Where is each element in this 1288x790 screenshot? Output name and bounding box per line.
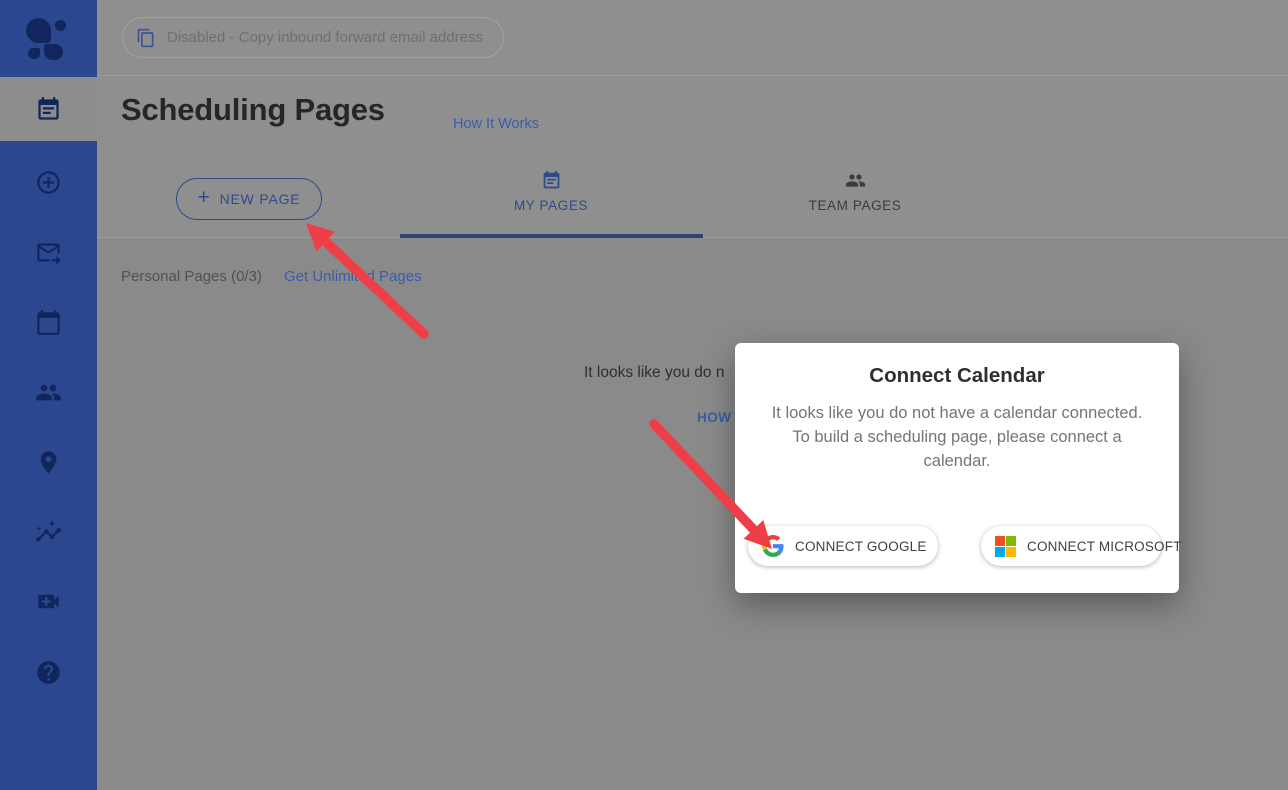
- get-unlimited-pages-link[interactable]: Get Unlimited Pages: [284, 268, 422, 285]
- people-icon: [845, 170, 866, 191]
- page-title: Scheduling Pages: [121, 92, 385, 128]
- page-header: Scheduling Pages How It Works: [97, 76, 1288, 156]
- modal-title: Connect Calendar: [735, 343, 1179, 388]
- connect-microsoft-label: CONNECT MICROSOFT: [1027, 539, 1182, 554]
- personal-pages-count: Personal Pages (0/3): [121, 268, 262, 285]
- insights-icon: [35, 519, 62, 546]
- people-icon: [35, 379, 62, 406]
- microsoft-logo-icon: [995, 536, 1016, 557]
- tab-my-pages[interactable]: MY PAGES: [441, 170, 661, 213]
- copy-icon: [136, 28, 156, 48]
- tab-team-pages[interactable]: TEAM PAGES: [745, 170, 965, 213]
- sidebar: [0, 0, 97, 790]
- sidebar-item-video-conferencing[interactable]: [0, 569, 97, 633]
- sidebar-item-analytics[interactable]: [0, 500, 97, 564]
- sidebar-item-contacts[interactable]: [0, 360, 97, 424]
- copy-inbound-email-button[interactable]: Disabled - Copy inbound forward email ad…: [122, 17, 504, 58]
- top-bar: Disabled - Copy inbound forward email ad…: [97, 0, 1288, 76]
- sidebar-item-create-new[interactable]: [0, 150, 97, 214]
- copy-inbound-email-label: Disabled - Copy inbound forward email ad…: [167, 29, 483, 46]
- forward-mail-icon: [35, 239, 62, 266]
- add-circle-icon: [35, 169, 62, 196]
- calendar-note-icon: [541, 170, 562, 191]
- plus-icon: +: [198, 186, 211, 210]
- sidebar-item-scheduling-pages[interactable]: [0, 77, 97, 141]
- new-page-button[interactable]: + NEW PAGE: [176, 178, 322, 220]
- connect-microsoft-button[interactable]: CONNECT MICROSOFT: [981, 526, 1161, 566]
- how-to-link[interactable]: HOW: [697, 410, 732, 425]
- sidebar-item-locations[interactable]: [0, 430, 97, 494]
- oncehub-logo: [24, 16, 70, 62]
- video-call-icon: [35, 588, 62, 615]
- connect-calendar-modal: Connect Calendar It looks like you do no…: [735, 343, 1179, 593]
- location-pin-icon: [35, 449, 62, 476]
- calendar-icon: [35, 309, 62, 336]
- tab-my-pages-label: MY PAGES: [514, 198, 588, 213]
- sidebar-item-inbound-email[interactable]: [0, 220, 97, 284]
- sidebar-item-calendar[interactable]: [0, 290, 97, 354]
- how-it-works-link[interactable]: How It Works: [453, 116, 539, 132]
- google-logo-icon: [762, 535, 784, 557]
- modal-body-text: It looks like you do not have a calendar…: [762, 401, 1152, 473]
- new-page-label: NEW PAGE: [220, 191, 301, 207]
- scheduling-app-window: Disabled - Copy inbound forward email ad…: [0, 0, 1288, 790]
- connect-google-button[interactable]: CONNECT GOOGLE: [748, 526, 938, 566]
- empty-state-text: It looks like you do n: [584, 364, 724, 382]
- help-icon: [35, 659, 62, 686]
- calendar-note-icon: [35, 96, 62, 123]
- sidebar-item-help[interactable]: [0, 640, 97, 704]
- tab-team-pages-label: TEAM PAGES: [809, 198, 902, 213]
- connect-google-label: CONNECT GOOGLE: [795, 539, 927, 554]
- tab-row: + NEW PAGE MY PAGES TEAM PAGES: [97, 156, 1288, 238]
